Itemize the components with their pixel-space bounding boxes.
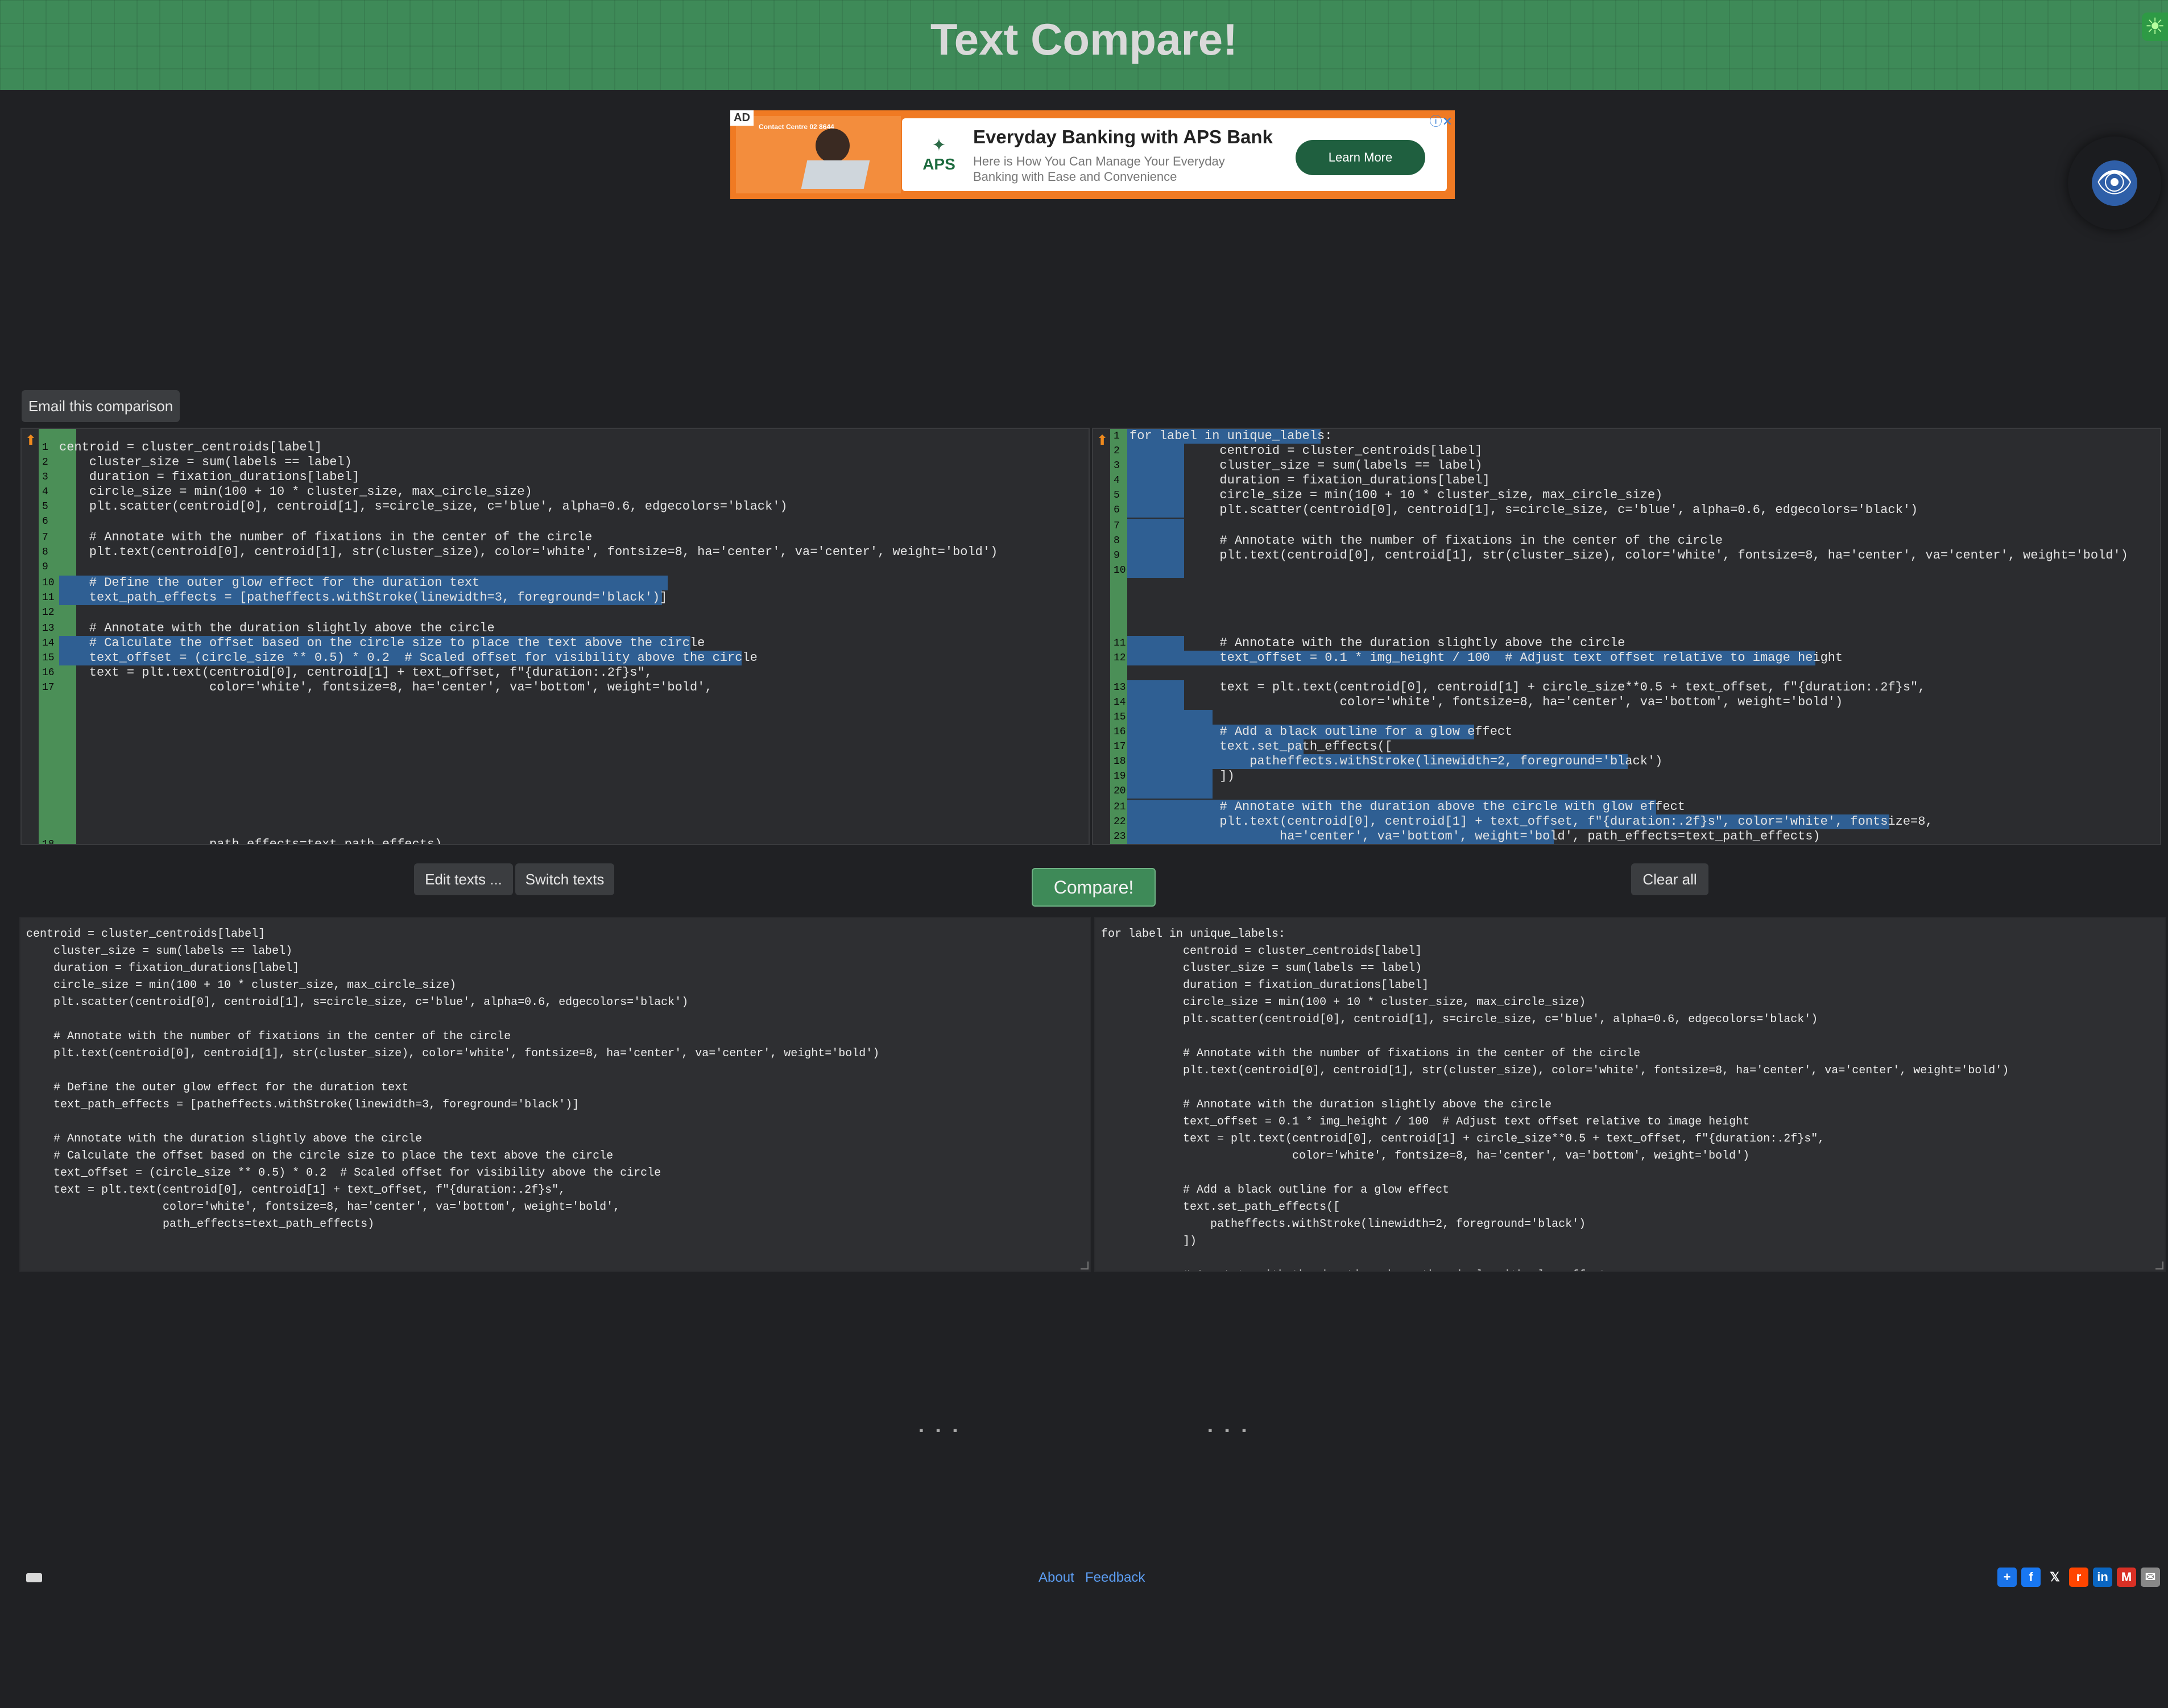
diff-line: plt.text(centroid[0], centroid[1] + text…: [1129, 814, 1933, 829]
gmail-icon[interactable]: M: [2117, 1568, 2136, 1587]
header-bar: Text Compare! ☀: [0, 0, 2168, 90]
accessibility-button[interactable]: 👁: [2068, 137, 2161, 230]
ad-description: Here is How You Can Manage Your Everyday…: [973, 154, 1225, 184]
text-input-right-content[interactable]: for label in unique_labels: centroid = c…: [1095, 918, 2165, 1271]
diff-line: color='white', fontsize=8, ha='center', …: [59, 680, 713, 694]
laptop-icon: [801, 160, 870, 189]
clear-all-button[interactable]: Clear all: [1631, 863, 1708, 895]
ad-image-text: Contact Centre 02 8644: [759, 123, 834, 131]
diff-line: ha='center', va='bottom', weight='bold',…: [1129, 829, 1821, 843]
ad-label: AD: [730, 110, 754, 126]
loading-dots-icon: ▪▪▪: [919, 1423, 970, 1437]
ad-banner[interactable]: Contact Centre 02 8644 AD ✦ APS Everyday…: [730, 110, 1455, 199]
diff-line: plt.scatter(centroid[0], centroid[1], s=…: [1129, 503, 1918, 517]
aps-logo: ✦ APS: [919, 135, 959, 175]
sync-scroll-arrow-icon[interactable]: ⬆: [1097, 432, 1108, 449]
diff-line: # Annotate with the number of fixations …: [1129, 534, 1723, 548]
diff-line: centroid = cluster_centroids[label]: [59, 440, 322, 454]
diff-line: text_offset = 0.1 * img_height / 100 # A…: [1129, 651, 1843, 665]
diff-line: text_path_effects = [patheffects.withStr…: [59, 590, 668, 605]
text-input-left[interactable]: centroid = cluster_centroids[label] clus…: [19, 917, 1091, 1272]
diff-line: cluster_size = sum(labels == label): [1129, 458, 1483, 473]
diff-line: text = plt.text(centroid[0], centroid[1]…: [1129, 680, 1926, 694]
diff-pane-left: ⬆ 1 centroid = cluster_centroids[label] 2 …: [20, 428, 1090, 845]
diff-line: # Annotate with the duration slightly ab…: [1129, 636, 1625, 650]
bird-icon: ✦: [932, 136, 946, 155]
sun-icon[interactable]: ☀: [2142, 13, 2168, 41]
diff-line: plt.text(centroid[0], centroid[1], str(c…: [1129, 548, 2128, 563]
eye-icon: 👁: [2092, 160, 2137, 206]
diff-line: # Define the outer glow effect for the d…: [59, 576, 480, 590]
text-input-left-content[interactable]: centroid = cluster_centroids[label] clus…: [20, 918, 1090, 1241]
diff-line: # Annotate with the duration above the c…: [1129, 800, 1685, 814]
diff-line: plt.text(centroid[0], centroid[1], str(c…: [59, 545, 998, 559]
line-number: 6: [42, 516, 48, 527]
diff-line: patheffects.withStroke(linewidth=2, fore…: [1129, 754, 1663, 768]
about-link[interactable]: About: [1039, 1570, 1074, 1586]
page-title: Text Compare!: [930, 14, 1238, 64]
line-number: 10: [1114, 565, 1126, 576]
diff-line: cluster_size = sum(labels == label): [59, 455, 352, 469]
keyboard-icon[interactable]: [26, 1573, 42, 1582]
x-icon[interactable]: 𝕏: [2045, 1568, 2064, 1587]
share-plus-icon[interactable]: +: [1997, 1568, 2017, 1587]
diff-line: # Annotate with the duration slightly ab…: [59, 621, 495, 635]
diff-line: plt.scatter(centroid[0], centroid[1], s=…: [59, 499, 788, 514]
facebook-icon[interactable]: f: [2021, 1568, 2041, 1587]
diff-line: color='white', fontsize=8, ha='center', …: [1129, 695, 1843, 709]
ad-headline[interactable]: Everyday Banking with APS Bank: [973, 126, 1273, 148]
learn-more-button[interactable]: Learn More: [1296, 140, 1425, 175]
diff-line: # Calculate the offset based on the circ…: [59, 636, 705, 650]
sync-scroll-arrow-icon[interactable]: ⬆: [25, 432, 36, 449]
reddit-icon[interactable]: r: [2069, 1568, 2088, 1587]
diff-line: circle_size = min(100 + 10 * cluster_siz…: [59, 485, 532, 499]
diff-line: path_effects=text_path_effects): [59, 837, 442, 845]
switch-texts-button[interactable]: Switch texts: [515, 863, 614, 895]
diff-line: # Add a black outline for a glow effect: [1129, 725, 1513, 739]
person-icon: [816, 129, 850, 163]
text-input-right[interactable]: for label in unique_labels: centroid = c…: [1094, 917, 2166, 1272]
edit-texts-button[interactable]: Edit texts ...: [414, 863, 513, 895]
diff-line: text = plt.text(centroid[0], centroid[1]…: [59, 665, 652, 680]
feedback-link[interactable]: Feedback: [1085, 1570, 1145, 1586]
diff-line: duration = fixation_durations[label]: [59, 470, 360, 484]
diff-line: # Annotate with the number of fixations …: [59, 530, 593, 544]
compare-button[interactable]: Compare!: [1032, 868, 1156, 907]
line-number: 9: [42, 561, 48, 573]
diff-line: for label in unique_labels:: [1129, 429, 1333, 443]
ad-choices-icon[interactable]: ⓘ✕: [1430, 111, 1453, 130]
email-icon[interactable]: ✉: [2141, 1568, 2160, 1587]
email-comparison-button[interactable]: Email this comparison: [22, 390, 180, 422]
diff-line: circle_size = min(100 + 10 * cluster_siz…: [1129, 488, 1663, 502]
diff-pane-right: ⬆ 1 for label in unique_labels: 2 centroid…: [1092, 428, 2161, 845]
diff-line: ]): [1129, 769, 1235, 783]
diff-line: centroid = cluster_centroids[label]: [1129, 444, 1483, 458]
linkedin-icon[interactable]: in: [2093, 1568, 2112, 1587]
line-number: 15: [1114, 712, 1126, 723]
diff-line: duration = fixation_durations[label]: [1129, 473, 1490, 487]
diff-line: text.set_path_effects([: [1129, 739, 1393, 754]
line-number: 12: [42, 607, 55, 618]
line-number: 20: [1114, 785, 1126, 797]
resize-handle[interactable]: [2155, 1262, 2163, 1269]
loading-dots-icon: ▪▪▪: [1208, 1423, 1259, 1437]
ad-image[interactable]: Contact Centre 02 8644: [736, 116, 901, 193]
resize-handle[interactable]: [1081, 1262, 1089, 1269]
line-number: 7: [1114, 520, 1120, 532]
ad-card[interactable]: ✦ APS Everyday Banking with APS Bank Her…: [902, 118, 1447, 191]
diff-line: text_offset = (circle_size ** 0.5) * 0.2…: [59, 651, 758, 665]
